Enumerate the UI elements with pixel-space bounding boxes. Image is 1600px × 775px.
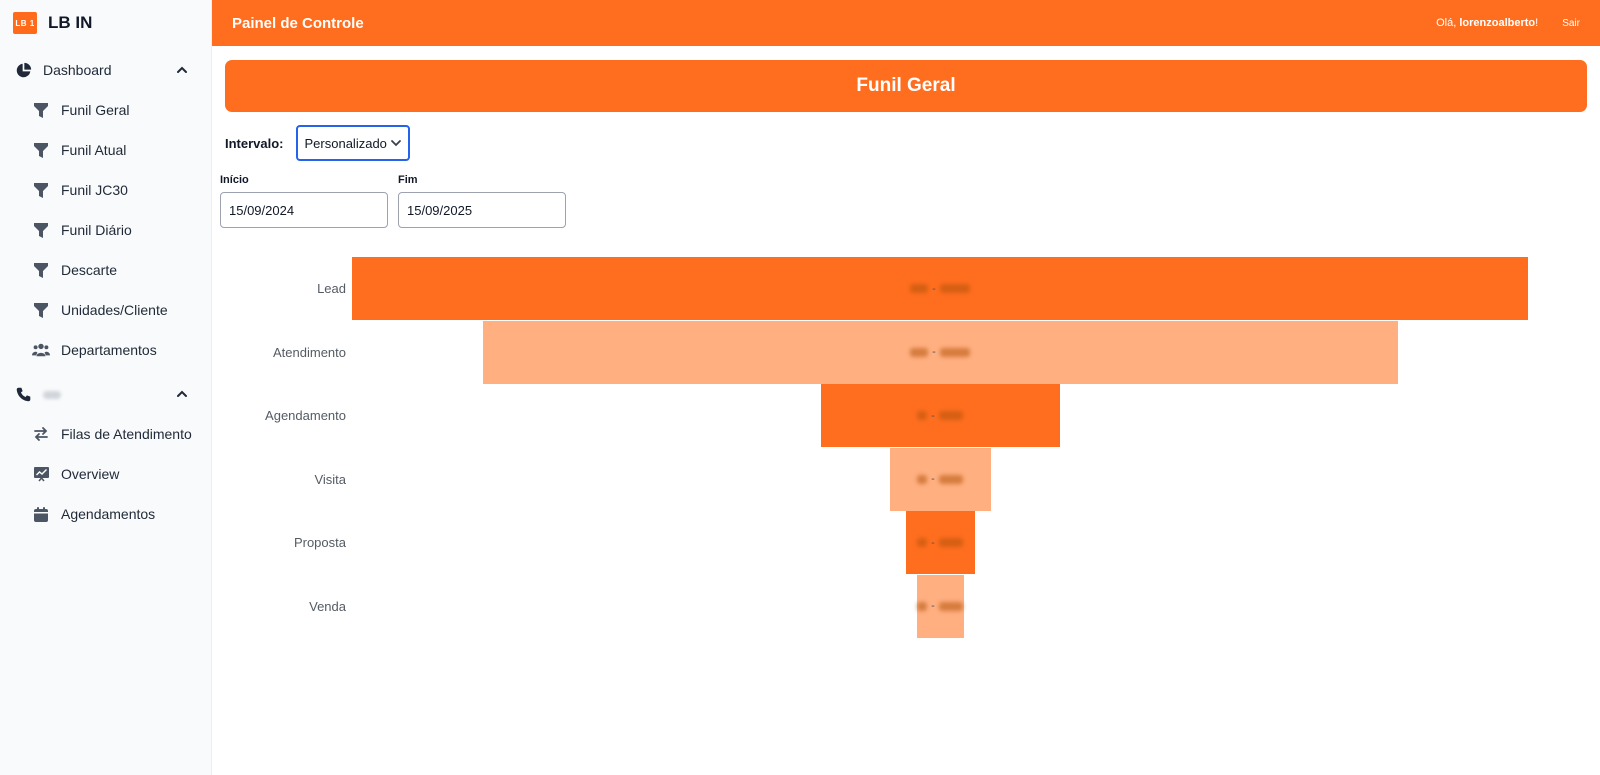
funnel-bar-atendimento[interactable]: -	[482, 320, 1398, 384]
sidebar-item-label: Funil Geral	[61, 102, 130, 118]
brand[interactable]: LB 1 LB IN	[0, 0, 211, 46]
phone-icon	[14, 385, 32, 403]
username: lorenzoalberto	[1459, 17, 1536, 29]
sidebar-item-funil-atual[interactable]: Funil Atual	[0, 130, 211, 170]
sidebar-item-funil-diario[interactable]: Funil Diário	[0, 210, 211, 250]
chevron-up-icon[interactable]	[175, 63, 189, 77]
chart-board-icon	[32, 465, 50, 483]
funnel-bar-value-redacted: -	[917, 537, 963, 549]
pie-chart-icon	[14, 61, 32, 79]
sidebar-item-label: Agendamentos	[61, 506, 156, 522]
funnel-icon	[32, 261, 50, 279]
sidebar-item-overview[interactable]: Overview	[0, 454, 211, 494]
brand-logo: LB 1	[13, 12, 37, 34]
sidebar-item-funil-geral[interactable]: Funil Geral	[0, 90, 211, 130]
funnel-icon	[32, 181, 50, 199]
funnel-bar-venda[interactable]: -	[916, 574, 964, 638]
funnel-bar-value-redacted: -	[917, 600, 963, 612]
sidebar-section-label	[43, 386, 175, 402]
funnel-bar-value-redacted: -	[910, 283, 970, 295]
funnel-icon	[32, 301, 50, 319]
user-greeting: Olá, lorenzoalberto!	[1436, 17, 1538, 29]
sidebar-section-dashboard[interactable]: Dashboard	[0, 50, 211, 90]
funnel-bar-proposta[interactable]: -	[905, 511, 975, 574]
funnel-stage-label: Venda	[309, 598, 346, 614]
sidebar-item-departamentos[interactable]: Departamentos	[0, 330, 211, 370]
sidebar: LB 1 LB IN Dashboard Funil Geral Funil At…	[0, 0, 212, 775]
sidebar-item-label: Funil Atual	[61, 142, 127, 158]
funnel-chart: Lead - Atendimento - Agendamento - Visita - Prop…	[212, 46, 1600, 775]
greeting-prefix: Olá,	[1436, 17, 1460, 29]
sidebar-item-descarte[interactable]: Descarte	[0, 250, 211, 290]
funnel-bar-value-redacted: -	[910, 346, 970, 358]
sidebar-section-label: Dashboard	[43, 62, 112, 78]
funnel-icon	[32, 221, 50, 239]
funnel-bar-value-redacted: -	[917, 473, 963, 485]
users-icon	[32, 341, 50, 359]
funnel-icon	[32, 101, 50, 119]
greeting-suffix: !	[1535, 17, 1539, 29]
funnel-bar-lead[interactable]: -	[352, 257, 1528, 320]
brand-name: LB IN	[48, 13, 93, 32]
funnel-stage-label: Agendamento	[265, 408, 346, 423]
sidebar-item-label: Funil JC30	[61, 182, 128, 198]
funnel-stage-label: Proposta	[293, 535, 346, 550]
funnel-bar-visita[interactable]: -	[889, 447, 991, 511]
sidebar-item-agendamentos[interactable]: Agendamentos	[0, 494, 211, 534]
sidebar-item-label: Departamentos	[61, 342, 157, 358]
sidebar-item-label: Descarte	[61, 262, 118, 278]
sidebar-item-unidades-cliente[interactable]: Unidades/Cliente	[0, 290, 211, 330]
funnel-stage-label: Lead	[317, 281, 346, 296]
funnel-stage-label: Atendimento	[273, 344, 346, 360]
funnel-bar-agendamento[interactable]: -	[820, 384, 1060, 447]
sidebar-item-label: Unidades/Cliente	[61, 302, 168, 318]
logout-link[interactable]: Sair	[1562, 18, 1580, 29]
sidebar-item-label: Filas de Atendimento	[61, 426, 192, 442]
calendar-icon	[32, 505, 50, 523]
page-title: Painel de Controle	[232, 14, 364, 32]
main-content: Funil Geral Intervalo: Personalizado Iní…	[212, 46, 1600, 775]
sidebar-item-funil-jc30[interactable]: Funil JC30	[0, 170, 211, 210]
sidebar-section-phone[interactable]	[0, 374, 211, 414]
funnel-stage-label: Visita	[314, 471, 346, 487]
redacted-text	[43, 391, 61, 399]
funnel-bar-value-redacted: -	[917, 410, 963, 422]
chevron-up-icon[interactable]	[175, 387, 189, 401]
funnel-icon	[32, 141, 50, 159]
sidebar-item-label: Overview	[61, 466, 120, 482]
sidebar-item-filas-de-atendimento[interactable]: Filas de Atendimento	[0, 414, 211, 454]
sidebar-item-label: Funil Diário	[61, 222, 132, 238]
transfer-arrows-icon	[32, 425, 50, 443]
top-bar: Painel de Controle Olá, lorenzoalberto! …	[212, 0, 1600, 46]
